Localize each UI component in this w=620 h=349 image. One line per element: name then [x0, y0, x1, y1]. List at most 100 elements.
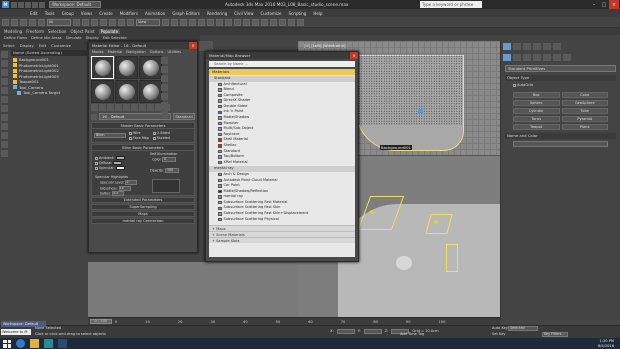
assign-material-icon[interactable] — [107, 104, 114, 111]
filter-lights-icon[interactable] — [1, 69, 8, 76]
internet-explorer-icon[interactable] — [16, 339, 25, 348]
menu-civil-view[interactable]: Civil View — [234, 11, 253, 16]
cameras-icon[interactable] — [533, 54, 541, 61]
box-button[interactable]: Box — [513, 92, 560, 98]
edit-selected-button[interactable]: Edit Selected — [103, 36, 127, 40]
ambient-swatch[interactable] — [115, 156, 125, 160]
menu-utilities[interactable]: Utilities — [168, 50, 182, 54]
rollout-header[interactable]: Name and Color — [505, 133, 616, 139]
sample-slots-group[interactable]: + Sample Slots — [209, 237, 355, 244]
make-preview-icon[interactable] — [161, 102, 168, 109]
face-map-checkbox[interactable]: Face Map — [129, 136, 149, 140]
explorer-menu-select[interactable]: Select — [3, 43, 15, 48]
reference-coordinate-select[interactable]: View — [136, 18, 160, 26]
display-button[interactable]: Display — [86, 36, 99, 40]
menu-create[interactable]: Create — [99, 11, 112, 16]
space-warps-icon[interactable] — [553, 54, 561, 61]
open-file-icon[interactable] — [18, 1, 24, 8]
menu-help[interactable]: Help — [313, 11, 322, 16]
glossiness-input[interactable]: 10 — [118, 185, 131, 191]
put-to-scene-icon[interactable] — [99, 104, 106, 111]
menu-group[interactable]: Group — [62, 11, 74, 16]
render-setup-icon[interactable] — [279, 18, 286, 26]
filter-shapes-icon[interactable] — [1, 60, 8, 67]
tube-button[interactable]: Tube — [561, 108, 608, 114]
show-map-icon[interactable] — [147, 104, 154, 111]
wire-checkbox[interactable]: Wire — [129, 131, 149, 135]
menu-scripting[interactable]: Scripting — [289, 11, 307, 16]
menu-graph-editors[interactable]: Graph Editors — [172, 11, 199, 16]
menu-modifiers[interactable]: Modifiers — [120, 11, 138, 16]
menu-material[interactable]: Material — [108, 50, 123, 54]
define-flows-button[interactable]: Define Flows — [4, 36, 27, 40]
background-icon[interactable] — [161, 75, 168, 82]
self-illum-color-input[interactable]: 0 — [161, 157, 176, 162]
pyramid-button[interactable]: Pyramid — [561, 116, 608, 122]
taskbar-app-icon[interactable] — [58, 339, 67, 348]
explorer-menu-customize[interactable]: Customize — [51, 43, 71, 48]
two-sided-checkbox[interactable]: 2-Sided — [152, 131, 173, 135]
named-selection-icon[interactable] — [207, 18, 214, 26]
key-mode-select[interactable]: Selected — [508, 326, 538, 331]
shapes-icon[interactable] — [513, 54, 521, 61]
filter-groups-icon[interactable] — [1, 105, 8, 112]
explorer-menu-display[interactable]: Display — [20, 43, 34, 48]
filter-cameras-icon[interactable] — [1, 78, 8, 85]
faceted-checkbox[interactable]: Faceted — [152, 136, 173, 140]
maximize-icon[interactable]: □ — [599, 0, 609, 9]
bind-space-warp-icon[interactable] — [38, 18, 45, 26]
helpers-icon[interactable] — [543, 54, 551, 61]
pick-material-icon[interactable] — [91, 113, 97, 120]
list-item[interactable]: XRef Material — [209, 160, 355, 166]
reset-map-icon[interactable] — [115, 104, 122, 111]
curve-editor-icon[interactable] — [252, 18, 259, 26]
get-material-icon[interactable] — [91, 104, 98, 111]
torus-button[interactable]: Torus — [513, 116, 560, 122]
percent-snap-icon[interactable] — [189, 18, 196, 26]
teapot-button[interactable]: Teapot — [513, 124, 560, 130]
materials-group-header[interactable]: Materials — [209, 69, 355, 75]
pivot-icon[interactable] — [162, 18, 169, 26]
shader-select[interactable]: Blinn — [94, 133, 126, 138]
x-input[interactable] — [336, 329, 355, 334]
sample-slot[interactable] — [115, 80, 138, 103]
primitive-type-select[interactable]: Standard Primitives — [505, 65, 616, 72]
sample-type-icon[interactable] — [161, 57, 168, 64]
browser-search-input[interactable]: Search by Name ... — [209, 61, 355, 67]
backlight-icon[interactable] — [161, 66, 168, 73]
tab-object-paint[interactable]: Object Paint — [70, 29, 94, 34]
filter-space-warps-icon[interactable] — [1, 96, 8, 103]
help-search-input[interactable]: Type a keyword or phrase — [420, 1, 482, 8]
material-type-button[interactable]: Standard — [173, 113, 195, 120]
unlink-icon[interactable] — [29, 18, 36, 26]
sample-slot[interactable] — [139, 80, 162, 103]
undo-icon[interactable] — [32, 1, 38, 8]
time-slider-handle[interactable]: 0 / 100 — [90, 319, 112, 324]
filter-bones-icon[interactable] — [1, 123, 8, 130]
uv-tiling-icon[interactable] — [161, 84, 168, 91]
invert-display-icon[interactable] — [1, 150, 8, 157]
lock-icon[interactable] — [95, 161, 98, 165]
close-icon[interactable]: × — [609, 0, 619, 9]
lock-icon[interactable] — [95, 166, 98, 170]
supersampling-rollout[interactable]: SuperSampling — [91, 204, 195, 210]
select-object-icon[interactable] — [73, 18, 80, 26]
display-tab-icon[interactable] — [543, 43, 551, 50]
angle-snap-icon[interactable] — [180, 18, 187, 26]
opacity-input[interactable]: 100 — [165, 168, 180, 173]
filter-helpers-icon[interactable] — [1, 87, 8, 94]
photometric-light-3[interactable] — [446, 244, 458, 272]
minimize-icon[interactable]: – — [589, 0, 599, 9]
explorer-column-header[interactable]: Name (Sorted Ascending) — [11, 50, 87, 56]
set-key-button[interactable]: Set Key — [492, 332, 506, 336]
viewport-label[interactable]: [+] [Left] [Wireframe] — [304, 43, 345, 48]
object-name-input[interactable] — [513, 141, 608, 147]
app-logo-icon[interactable]: M — [2, 1, 9, 8]
move-icon[interactable] — [109, 18, 116, 26]
sample-slot[interactable] — [91, 80, 114, 103]
tab-selection[interactable]: Selection — [48, 29, 66, 34]
tab-freeform[interactable]: Freeform — [26, 29, 44, 34]
mirror-icon[interactable] — [216, 18, 223, 26]
define-idle-areas-button[interactable]: Define Idle Areas — [31, 36, 62, 40]
extended-parameters-rollout[interactable]: Extended Parameters — [91, 197, 195, 203]
